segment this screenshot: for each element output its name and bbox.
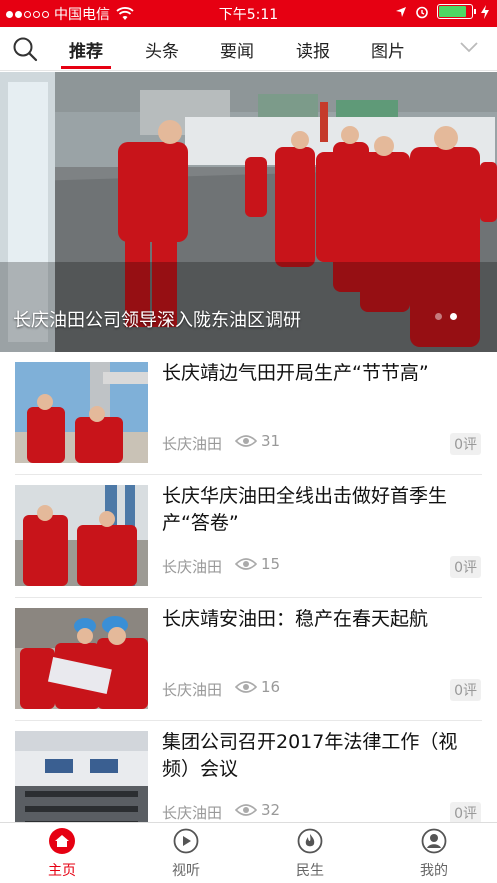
nav-profile-label: 我的	[420, 863, 448, 879]
banner-dot-active[interactable]	[450, 313, 457, 320]
news-item[interactable]: 长庆靖安油田：稳产在春天起航 长庆油田 16 0评	[0, 598, 497, 721]
news-views: 15	[235, 555, 280, 573]
news-source: 长庆油田	[162, 435, 223, 453]
news-comment-badge[interactable]: 0评	[450, 556, 481, 578]
bottom-nav: 主页 视听 民生 我的	[0, 822, 497, 883]
news-comment-badge[interactable]: 0评	[450, 433, 481, 455]
home-icon	[49, 828, 75, 854]
eye-icon	[235, 558, 257, 570]
news-item[interactable]: 长庆靖边气田开局生产“节节高” 长庆油田 31 0评	[0, 352, 497, 475]
news-title: 集团公司召开2017年法律工作（视频）会议	[162, 731, 458, 780]
news-view-count: 32	[261, 801, 281, 819]
headline-banner[interactable]: 长庆油田公司领导深入陇东油区调研	[0, 72, 497, 352]
channel-tab-bar: 推荐 头条 要闻 读报 图片	[0, 27, 497, 71]
news-source: 长庆油田	[162, 804, 223, 822]
news-comment-badge[interactable]: 0评	[450, 802, 481, 824]
news-view-count: 31	[261, 432, 281, 450]
battery-level	[439, 6, 467, 17]
news-view-count: 15	[261, 555, 281, 573]
news-view-count: 16	[261, 678, 281, 696]
eye-icon	[235, 804, 257, 816]
news-thumbnail	[15, 731, 148, 832]
nav-home-label: 主页	[48, 863, 76, 879]
alarm-icon	[416, 6, 428, 18]
nav-livelihood[interactable]: 民生	[248, 823, 372, 883]
tab-key-news[interactable]: 要闻	[220, 37, 254, 62]
nav-livelihood-label: 民生	[296, 863, 324, 879]
banner-caption: 长庆油田公司领导深入陇东油区调研	[13, 310, 301, 331]
news-thumbnail	[15, 362, 148, 463]
news-views: 31	[235, 432, 280, 450]
play-icon	[173, 828, 199, 854]
flame-icon	[297, 828, 323, 854]
status-bar: 中国电信 下午5:11	[0, 0, 497, 27]
news-thumbnail	[15, 485, 148, 586]
location-arrow-icon	[396, 6, 406, 17]
news-views: 32	[235, 801, 280, 819]
news-title: 长庆华庆油田全线出击做好首季生产“答卷”	[162, 485, 448, 534]
nav-audio-video-label: 视听	[172, 863, 200, 879]
tab-headlines[interactable]: 头条	[145, 37, 179, 62]
chevron-down-icon[interactable]	[459, 41, 479, 53]
nav-audio-video[interactable]: 视听	[124, 823, 248, 883]
news-thumbnail	[15, 608, 148, 709]
news-source: 长庆油田	[162, 681, 223, 699]
status-right	[395, 4, 489, 19]
news-source: 长庆油田	[162, 558, 223, 576]
search-icon[interactable]	[12, 36, 38, 62]
news-title: 长庆靖安油田：稳产在春天起航	[162, 608, 429, 630]
tab-newspaper[interactable]: 读报	[296, 37, 330, 62]
eye-icon	[235, 681, 257, 693]
tab-recommend[interactable]: 推荐	[69, 37, 103, 62]
banner-dot[interactable]	[435, 313, 442, 320]
tab-pictures[interactable]: 图片	[371, 37, 405, 62]
news-views: 16	[235, 678, 280, 696]
news-title: 长庆靖边气田开局生产“节节高”	[162, 362, 429, 384]
app-screen: 中国电信 下午5:11 推荐 头条 要闻 读报 图片 长庆油田公司领导深入陇东油…	[0, 0, 497, 883]
user-icon	[421, 828, 447, 854]
active-tab-indicator	[61, 66, 111, 69]
charging-icon	[481, 4, 489, 19]
eye-icon	[235, 435, 257, 447]
news-item[interactable]: 长庆华庆油田全线出击做好首季生产“答卷” 长庆油田 15 0评	[0, 475, 497, 598]
battery-icon	[437, 4, 476, 19]
news-comment-badge[interactable]: 0评	[450, 679, 481, 701]
banner-page-indicator	[435, 313, 457, 320]
nav-profile[interactable]: 我的	[372, 823, 496, 883]
nav-home[interactable]: 主页	[0, 823, 124, 883]
